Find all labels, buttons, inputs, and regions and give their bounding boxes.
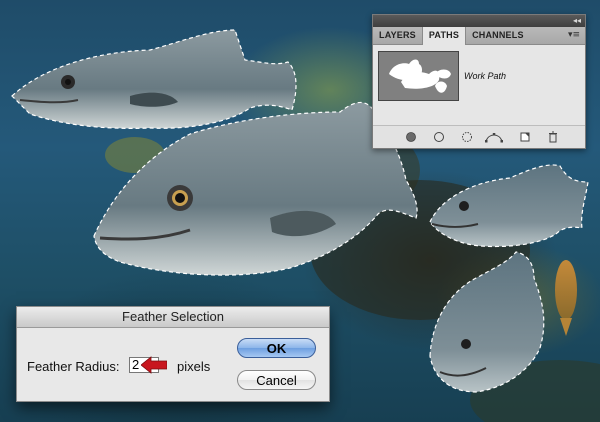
cancel-button[interactable]: Cancel bbox=[237, 370, 316, 390]
unit-label: pixels bbox=[177, 359, 211, 374]
dialog-title[interactable]: Feather Selection bbox=[17, 307, 329, 328]
tab-channels[interactable]: CHANNELS bbox=[466, 27, 530, 44]
panel-titlebar[interactable]: ◂◂ bbox=[373, 15, 585, 27]
load-selection-icon[interactable] bbox=[461, 131, 473, 143]
red-arrow-icon bbox=[141, 356, 167, 374]
panel-footer bbox=[373, 125, 585, 148]
panel-tab-bar: LAYERS PATHS CHANNELS ▾≡ bbox=[373, 27, 585, 45]
orange-fish bbox=[555, 260, 577, 336]
path-name-label: Work Path bbox=[464, 71, 507, 81]
panel-menu-icon[interactable]: ▾≡ bbox=[568, 27, 580, 44]
tab-layers[interactable]: LAYERS bbox=[373, 27, 422, 44]
fish-top-left bbox=[11, 29, 297, 129]
feather-selection-dialog: Feather Selection Feather Radius: 2 pixe… bbox=[16, 306, 330, 402]
path-thumbnail bbox=[378, 51, 459, 101]
stroke-path-icon[interactable] bbox=[433, 131, 445, 143]
make-work-path-icon[interactable] bbox=[485, 131, 503, 143]
trash-icon[interactable] bbox=[547, 131, 559, 143]
collapse-icon[interactable]: ◂◂ bbox=[573, 15, 581, 27]
paths-panel: ◂◂ LAYERS PATHS CHANNELS ▾≡ Work Path bbox=[372, 14, 586, 149]
path-list-item[interactable]: Work Path bbox=[376, 47, 582, 105]
ok-button[interactable]: OK bbox=[237, 338, 316, 358]
fill-path-icon[interactable] bbox=[405, 131, 417, 143]
new-path-icon[interactable] bbox=[519, 131, 531, 143]
tab-paths[interactable]: PATHS bbox=[421, 27, 467, 45]
fish-right bbox=[429, 164, 589, 248]
path-thumbnail-shapes bbox=[389, 59, 451, 93]
feather-radius-label: Feather Radius: bbox=[27, 359, 120, 374]
